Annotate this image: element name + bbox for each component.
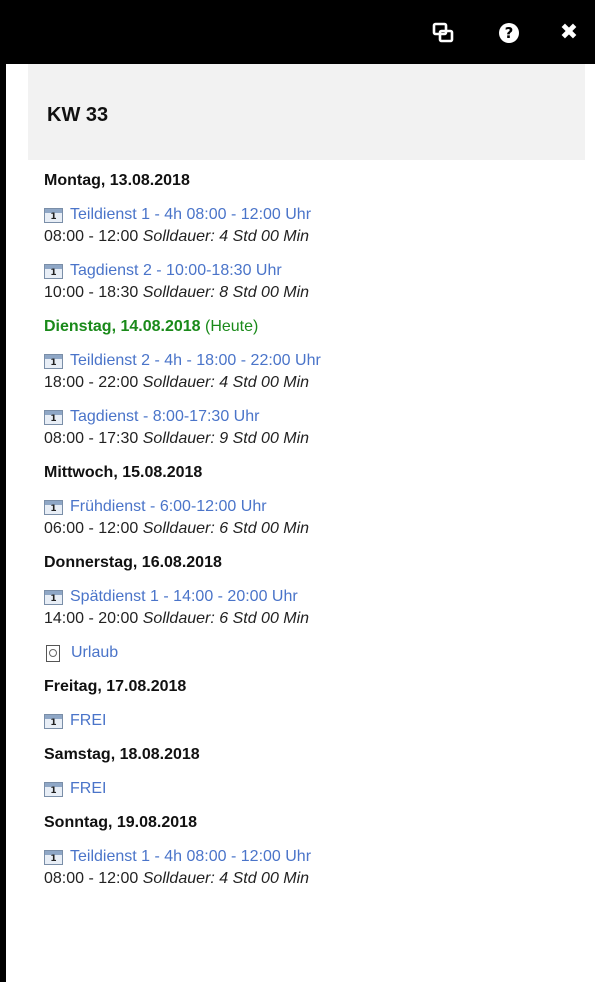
- restore-window-button[interactable]: [430, 20, 456, 46]
- shift-entry: Urlaub: [44, 642, 584, 664]
- help-icon: ?: [499, 23, 519, 43]
- shift-duration: Solldauer: 4 Std 00 Min: [142, 374, 310, 391]
- day-label: Montag, 13.08.2018: [44, 172, 190, 189]
- shift-link-row[interactable]: Urlaub: [44, 642, 584, 664]
- shift-time: 08:00 - 12:00: [44, 228, 139, 245]
- shift-link[interactable]: FREI: [70, 780, 106, 798]
- shift-time: 14:00 - 20:00: [44, 610, 139, 627]
- day-heading: Sonntag, 19.08.2018: [44, 812, 584, 834]
- shift-link-row[interactable]: Teildienst 1 - 4h 08:00 - 12:00 Uhr: [44, 846, 584, 868]
- shift-entry: Spätdienst 1 - 14:00 - 20:00 Uhr 14:00 - …: [44, 586, 584, 630]
- day-heading: Freitag, 17.08.2018: [44, 676, 584, 698]
- shift-duration: Solldauer: 4 Std 00 Min: [142, 870, 310, 887]
- day-block: Freitag, 17.08.2018 FREI: [44, 676, 584, 732]
- calendar-icon: [44, 499, 63, 515]
- day-block: Samstag, 18.08.2018 FREI: [44, 744, 584, 800]
- shift-link-row[interactable]: Spätdienst 1 - 14:00 - 20:00 Uhr: [44, 586, 584, 608]
- shift-entry: Teildienst 1 - 4h 08:00 - 12:00 Uhr 08:00…: [44, 846, 584, 890]
- shift-duration: Solldauer: 8 Std 00 Min: [142, 284, 310, 301]
- calendar-icon: [44, 409, 63, 425]
- shift-detail: 08:00 - 17:30 Solldauer: 9 Std 00 Min: [44, 428, 584, 450]
- day-heading: Donnerstag, 16.08.2018: [44, 552, 584, 574]
- shift-link[interactable]: Spätdienst 1 - 14:00 - 20:00 Uhr: [70, 588, 298, 606]
- day-block: Dienstag, 14.08.2018 (Heute) Teildienst 2…: [44, 316, 584, 450]
- day-heading: Samstag, 18.08.2018: [44, 744, 584, 766]
- shift-entry: Tagdienst 2 - 10:00-18:30 Uhr 10:00 - 18:…: [44, 260, 584, 304]
- shift-entry: Tagdienst - 8:00-17:30 Uhr 08:00 - 17:30 …: [44, 406, 584, 450]
- calendar-icon: [44, 207, 63, 223]
- day-heading: Montag, 13.08.2018: [44, 170, 584, 192]
- shift-link-row[interactable]: FREI: [44, 710, 584, 732]
- shift-detail: 18:00 - 22:00 Solldauer: 4 Std 00 Min: [44, 372, 584, 394]
- day-block: Donnerstag, 16.08.2018 Spätdienst 1 - 14:…: [44, 552, 584, 664]
- day-label: Freitag, 17.08.2018: [44, 678, 187, 695]
- day-label: Samstag, 18.08.2018: [44, 746, 200, 763]
- shift-time: 10:00 - 18:30: [44, 284, 139, 301]
- shift-time: 06:00 - 12:00: [44, 520, 139, 537]
- shift-duration: Solldauer: 6 Std 00 Min: [142, 520, 310, 537]
- help-button[interactable]: ?: [496, 20, 522, 46]
- schedule-list: Montag, 13.08.2018 Teildienst 1 - 4h 08:0…: [44, 170, 584, 890]
- shift-link-row[interactable]: Teildienst 2 - 4h - 18:00 - 22:00 Uhr: [44, 350, 584, 372]
- calendar-icon: [44, 849, 63, 865]
- shift-link[interactable]: Teildienst 1 - 4h 08:00 - 12:00 Uhr: [70, 848, 311, 866]
- shift-link-row[interactable]: FREI: [44, 778, 584, 800]
- shift-time: 18:00 - 22:00: [44, 374, 139, 391]
- shift-link-row[interactable]: Frühdienst - 6:00-12:00 Uhr: [44, 496, 584, 518]
- shift-entry: Teildienst 1 - 4h 08:00 - 12:00 Uhr 08:00…: [44, 204, 584, 248]
- calendar-icon: [44, 353, 63, 369]
- title-bar: ? ✖: [0, 0, 595, 64]
- shift-duration: Solldauer: 4 Std 00 Min: [142, 228, 310, 245]
- shift-link[interactable]: FREI: [70, 712, 106, 730]
- close-icon: ✖: [559, 20, 579, 45]
- shift-link[interactable]: Tagdienst - 8:00-17:30 Uhr: [70, 408, 259, 426]
- calendar-icon: [44, 713, 63, 729]
- shift-detail: 14:00 - 20:00 Solldauer: 6 Std 00 Min: [44, 608, 584, 630]
- shift-time: 08:00 - 12:00: [44, 870, 139, 887]
- shift-time: 08:00 - 17:30: [44, 430, 139, 447]
- shift-link[interactable]: Urlaub: [71, 644, 118, 662]
- shift-detail: 08:00 - 12:00 Solldauer: 4 Std 00 Min: [44, 226, 584, 248]
- shift-duration: Solldauer: 6 Std 00 Min: [142, 610, 310, 627]
- today-note: (Heute): [205, 318, 259, 335]
- document-icon: [46, 644, 60, 662]
- day-block: Montag, 13.08.2018 Teildienst 1 - 4h 08:0…: [44, 170, 584, 304]
- shift-detail: 06:00 - 12:00 Solldauer: 6 Std 00 Min: [44, 518, 584, 540]
- week-header: KW 33: [28, 64, 585, 160]
- shift-link-row[interactable]: Tagdienst - 8:00-17:30 Uhr: [44, 406, 584, 428]
- shift-link[interactable]: Tagdienst 2 - 10:00-18:30 Uhr: [70, 262, 282, 280]
- shift-entry: Teildienst 2 - 4h - 18:00 - 22:00 Uhr 18:…: [44, 350, 584, 394]
- calendar-icon: [44, 263, 63, 279]
- restore-window-icon: [432, 22, 454, 43]
- week-title: KW 33: [47, 104, 109, 126]
- close-button[interactable]: ✖: [556, 20, 582, 46]
- day-label: Donnerstag, 16.08.2018: [44, 554, 222, 571]
- shift-link[interactable]: Teildienst 1 - 4h 08:00 - 12:00 Uhr: [70, 206, 311, 224]
- day-label: Mittwoch, 15.08.2018: [44, 464, 203, 481]
- day-label: Dienstag, 14.08.2018: [44, 318, 201, 335]
- shift-duration: Solldauer: 9 Std 00 Min: [142, 430, 310, 447]
- shift-detail: 10:00 - 18:30 Solldauer: 8 Std 00 Min: [44, 282, 584, 304]
- shift-entry: FREI: [44, 710, 584, 732]
- day-block: Mittwoch, 15.08.2018 Frühdienst - 6:00-12…: [44, 462, 584, 540]
- shift-link-row[interactable]: Tagdienst 2 - 10:00-18:30 Uhr: [44, 260, 584, 282]
- shift-entry: Frühdienst - 6:00-12:00 Uhr 06:00 - 12:00…: [44, 496, 584, 540]
- shift-link-row[interactable]: Teildienst 1 - 4h 08:00 - 12:00 Uhr: [44, 204, 584, 226]
- left-border: [0, 0, 9, 982]
- day-block: Sonntag, 19.08.2018 Teildienst 1 - 4h 08:…: [44, 812, 584, 890]
- shift-link[interactable]: Teildienst 2 - 4h - 18:00 - 22:00 Uhr: [70, 352, 321, 370]
- day-heading: Dienstag, 14.08.2018 (Heute): [44, 316, 584, 338]
- day-heading: Mittwoch, 15.08.2018: [44, 462, 584, 484]
- shift-detail: 08:00 - 12:00 Solldauer: 4 Std 00 Min: [44, 868, 584, 890]
- shift-link[interactable]: Frühdienst - 6:00-12:00 Uhr: [70, 498, 267, 516]
- shift-entry: FREI: [44, 778, 584, 800]
- calendar-icon: [44, 589, 63, 605]
- day-label: Sonntag, 19.08.2018: [44, 814, 197, 831]
- calendar-icon: [44, 781, 63, 797]
